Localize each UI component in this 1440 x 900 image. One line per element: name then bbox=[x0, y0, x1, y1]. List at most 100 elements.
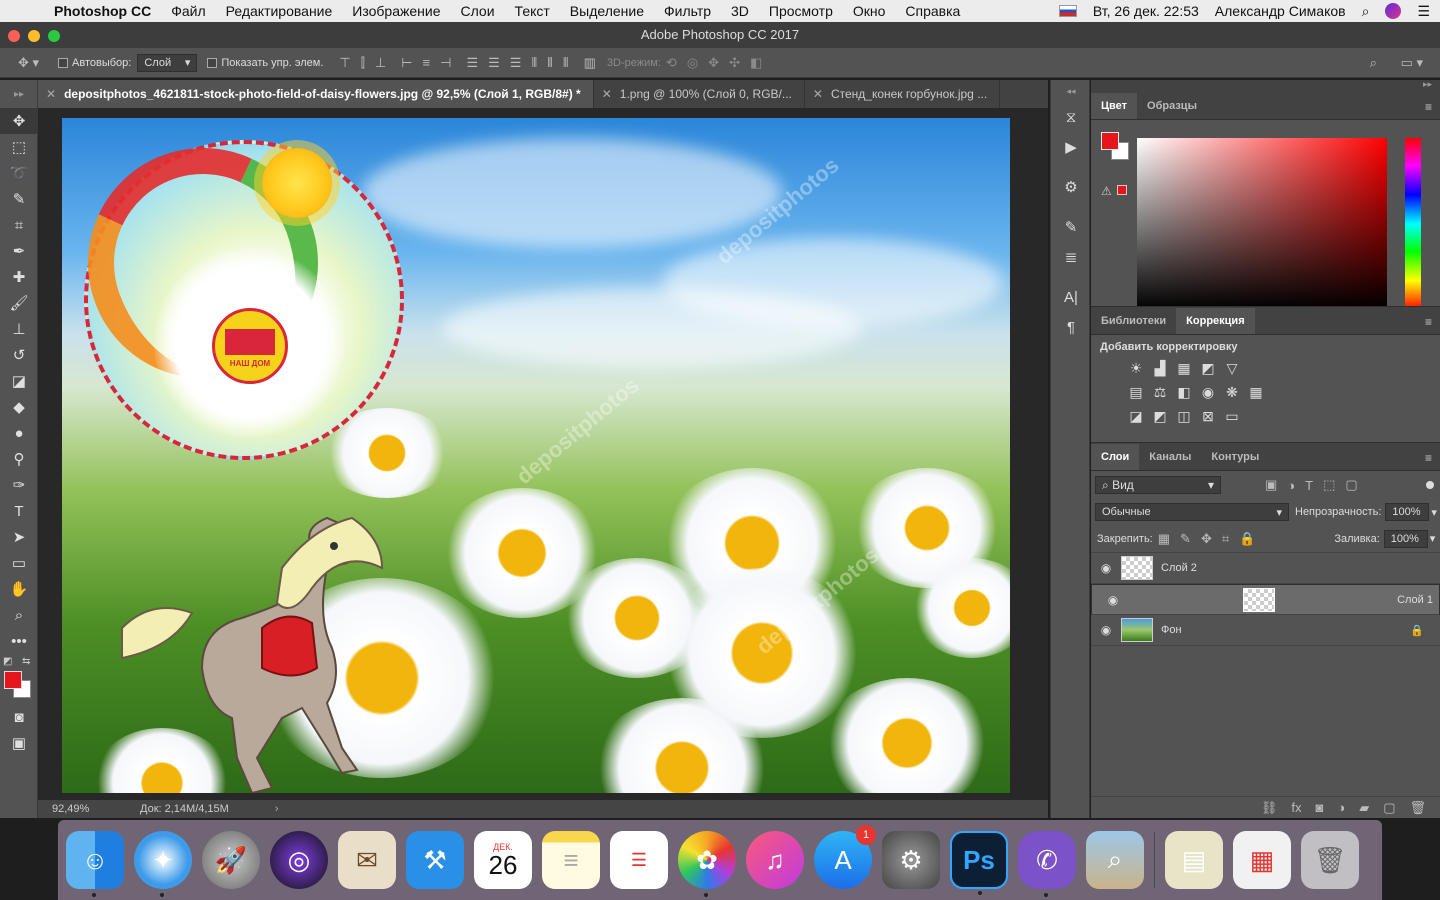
new-layer-icon[interactable]: ▢ bbox=[1383, 800, 1395, 816]
align-bottom-icon[interactable]: ⊥ bbox=[375, 55, 386, 71]
filter-type-icon[interactable]: T bbox=[1305, 478, 1313, 493]
layer-name[interactable]: Фон bbox=[1161, 624, 1182, 636]
menu-file[interactable]: Файл bbox=[171, 3, 205, 19]
auto-align-icon[interactable]: ▥ bbox=[584, 55, 596, 71]
xcode-icon[interactable]: ⚒ bbox=[406, 831, 464, 889]
visibility-eye-icon[interactable]: ◉ bbox=[1091, 623, 1121, 637]
marquee-tool-icon[interactable]: ⬚ bbox=[0, 134, 38, 160]
align-right-icon[interactable]: ⊣ bbox=[440, 55, 451, 71]
new-group-icon[interactable]: ▰ bbox=[1359, 800, 1369, 816]
tab-adjustments[interactable]: Коррекция bbox=[1176, 308, 1255, 334]
system-preferences-icon[interactable]: ⚙ bbox=[882, 831, 940, 889]
black-white-icon[interactable]: ◧ bbox=[1175, 383, 1193, 401]
add-mask-icon[interactable]: ◙ bbox=[1315, 800, 1323, 815]
lock-pixels-icon[interactable]: ✎ bbox=[1180, 531, 1191, 547]
layer-row-sloy2[interactable]: ◉ Слой 2 bbox=[1091, 553, 1440, 584]
close-tab-icon[interactable]: ✕ bbox=[46, 87, 56, 101]
tab-layers[interactable]: Слои bbox=[1091, 444, 1140, 470]
calendar-icon[interactable]: ДЕК. 26 bbox=[474, 831, 532, 889]
menu-type[interactable]: Текст bbox=[515, 3, 550, 19]
lock-position-icon[interactable]: ✥ bbox=[1201, 531, 1212, 547]
chevron-down-icon[interactable]: ▾ bbox=[1431, 506, 1437, 519]
layer-row-sloy1[interactable]: ◉ Слой 1 bbox=[1091, 584, 1440, 615]
launchpad-icon[interactable]: 🚀 bbox=[202, 831, 260, 889]
filter-adjustment-icon[interactable]: ◑ bbox=[1287, 478, 1295, 493]
chevron-down-icon[interactable]: ▾ bbox=[1430, 532, 1436, 545]
distribute-hcenter-icon[interactable]: ⦀ bbox=[547, 55, 553, 71]
link-layers-icon[interactable]: ⛓ bbox=[1261, 800, 1278, 816]
downloads-stack-icon[interactable]: ▤ bbox=[1165, 831, 1223, 889]
zoom-level[interactable]: 92,49% bbox=[52, 803, 122, 815]
filter-pixel-icon[interactable]: ▣ bbox=[1265, 477, 1277, 493]
slide-3d-icon[interactable]: ✣ bbox=[729, 55, 740, 71]
move-tool-preset-icon[interactable]: ✥ ▾ bbox=[18, 55, 39, 71]
close-window-button[interactable] bbox=[8, 30, 20, 42]
reminders-icon[interactable]: ☰ bbox=[610, 831, 668, 889]
user-name[interactable]: Александр Симаков bbox=[1215, 3, 1346, 19]
tab-1png-document[interactable]: ✕ 1.png @ 100% (Слой 0, RGB/... bbox=[594, 80, 805, 108]
layer-style-fx-icon[interactable]: fx bbox=[1291, 800, 1301, 815]
quick-select-tool-icon[interactable]: ✎ bbox=[0, 186, 38, 212]
color-fg-swatch[interactable] bbox=[1101, 132, 1119, 150]
documents-stack-icon[interactable]: ▦ bbox=[1233, 831, 1291, 889]
panel-collapse-icon[interactable]: ▸▸ bbox=[1423, 79, 1432, 90]
menu-help[interactable]: Справка bbox=[905, 3, 960, 19]
move-tool-icon[interactable]: ✥ bbox=[0, 108, 38, 134]
visibility-eye-icon[interactable]: ◉ bbox=[1091, 561, 1121, 575]
brightness-icon[interactable]: ☀ bbox=[1127, 359, 1145, 377]
notification-center-icon[interactable]: ☰ bbox=[1417, 3, 1430, 20]
curves-icon[interactable]: ▦ bbox=[1175, 359, 1193, 377]
finder-icon[interactable]: ☺ bbox=[66, 831, 124, 897]
tools-collapse-icon[interactable]: ▸▸ bbox=[0, 80, 38, 108]
menu-layers[interactable]: Слои bbox=[461, 3, 495, 19]
mail-icon[interactable]: ✉ bbox=[338, 831, 396, 889]
menu-window[interactable]: Окно bbox=[853, 3, 886, 19]
minimize-window-button[interactable] bbox=[28, 30, 40, 42]
invert-icon[interactable]: ◪ bbox=[1127, 407, 1145, 425]
hue-saturation-icon[interactable]: ▤ bbox=[1127, 383, 1145, 401]
color-lookup-icon[interactable]: ▦ bbox=[1247, 383, 1265, 401]
hue-slider[interactable] bbox=[1405, 138, 1421, 310]
threshold-icon[interactable]: ◫ bbox=[1175, 407, 1193, 425]
history-panel-icon[interactable]: ⧖ bbox=[1051, 102, 1091, 132]
distribute-right-icon[interactable]: ⦀ bbox=[563, 55, 569, 71]
menu-image[interactable]: Изображение bbox=[352, 3, 440, 19]
panel-menu-icon[interactable]: ≡ bbox=[1425, 315, 1432, 329]
more-tools-icon[interactable]: ••• bbox=[0, 628, 38, 654]
pen-tool-icon[interactable]: ✑ bbox=[0, 472, 38, 498]
close-tab-icon[interactable]: ✕ bbox=[602, 87, 612, 101]
align-left-icon[interactable]: ⊢ bbox=[401, 55, 412, 71]
menu-filter[interactable]: Фильтр bbox=[664, 3, 711, 19]
app-menu[interactable]: Photoshop CC bbox=[54, 3, 151, 19]
healing-brush-tool-icon[interactable]: ✚ bbox=[0, 264, 38, 290]
crop-tool-icon[interactable]: ⌗ bbox=[0, 212, 38, 238]
gamut-warning-icon[interactable]: ⚠ bbox=[1101, 184, 1112, 198]
roll-3d-icon[interactable]: ◎ bbox=[687, 55, 698, 71]
type-tool-icon[interactable]: T bbox=[0, 498, 38, 524]
quick-mask-icon[interactable]: ◙ bbox=[0, 704, 38, 730]
dodge-tool-icon[interactable]: ⚲ bbox=[0, 446, 38, 472]
screen-mode-icon[interactable]: ▣ bbox=[0, 730, 38, 756]
tab-swatches[interactable]: Образцы bbox=[1137, 93, 1207, 119]
zoom-tool-icon[interactable]: ⌕ bbox=[0, 602, 38, 628]
distribute-top-icon[interactable]: ☰ bbox=[466, 55, 478, 71]
tab-color[interactable]: Цвет bbox=[1091, 93, 1138, 119]
brush-tool-icon[interactable]: 🖌 bbox=[0, 290, 38, 316]
notes-icon[interactable]: ≡ bbox=[542, 831, 600, 889]
panel-menu-icon[interactable]: ≡ bbox=[1425, 451, 1432, 465]
image-canvas[interactable]: depositphotos depositphotos depositphoto… bbox=[62, 118, 1010, 793]
opacity-input[interactable]: 100% bbox=[1385, 503, 1430, 521]
vibrance-icon[interactable]: ▽ bbox=[1223, 359, 1241, 377]
filter-shape-icon[interactable]: ⬚ bbox=[1323, 477, 1335, 493]
align-top-icon[interactable]: ⊤ bbox=[339, 55, 350, 71]
tab-daisy-document[interactable]: ✕ depositphotos_4621811-stock-photo-field… bbox=[38, 80, 594, 108]
layer-row-background[interactable]: ◉ Фон 🔒 bbox=[1091, 615, 1440, 646]
posterize-icon[interactable]: ◩ bbox=[1151, 407, 1169, 425]
autoselect-dropdown[interactable]: Слой ▾ bbox=[137, 53, 198, 72]
siri-icon[interactable]: ◎ bbox=[270, 831, 328, 889]
history-brush-tool-icon[interactable]: ↺ bbox=[0, 342, 38, 368]
autoselect-checkbox[interactable]: Автовыбор: bbox=[58, 57, 131, 69]
status-menu-arrow-icon[interactable]: › bbox=[275, 803, 279, 815]
scale-3d-icon[interactable]: ◧ bbox=[750, 55, 762, 71]
filter-smartobject-icon[interactable]: ▢ bbox=[1345, 477, 1357, 493]
